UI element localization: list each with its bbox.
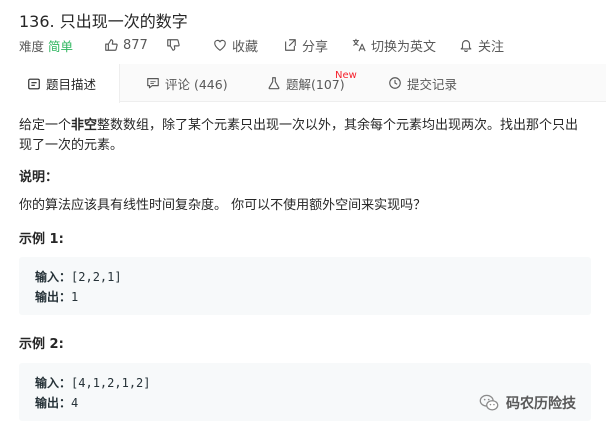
comment-icon bbox=[147, 78, 159, 89]
difficulty-value: 简单 bbox=[48, 38, 74, 54]
translate-button[interactable]: 切换为英文 bbox=[352, 36, 437, 55]
tab-description-label: 题目描述 bbox=[46, 77, 97, 92]
heart-icon bbox=[214, 39, 226, 51]
bell-icon bbox=[460, 40, 472, 52]
like-button[interactable]: 877 bbox=[104, 36, 148, 54]
example2-output-label: 输出： bbox=[35, 396, 72, 410]
clock-icon bbox=[389, 77, 401, 89]
thumbs-up-icon bbox=[105, 39, 118, 51]
share-label: 分享 bbox=[302, 39, 329, 55]
share-button[interactable]: 分享 bbox=[283, 36, 329, 55]
favorite-label: 收藏 bbox=[232, 39, 259, 55]
translate-icon bbox=[352, 38, 366, 52]
example2-output-value: 4 bbox=[71, 396, 79, 410]
intro-text-bold: 非空 bbox=[71, 118, 98, 133]
document-icon bbox=[28, 78, 40, 89]
note-heading: 说明： bbox=[19, 170, 59, 185]
watermark: 码农历险技 bbox=[478, 392, 576, 414]
tab-bar: 题目描述 评论 (446) 题解(107) New 提交记录 bbox=[0, 64, 606, 103]
follow-button[interactable]: 关注 bbox=[459, 36, 505, 55]
tab-comments-label: 评论 (446) bbox=[165, 76, 228, 92]
tab-submissions-label: 提交记录 bbox=[407, 76, 458, 92]
tab-description[interactable]: 题目描述 bbox=[0, 64, 120, 103]
flask-icon bbox=[268, 77, 280, 90]
thumbs-down-icon bbox=[167, 39, 180, 51]
tab-solutions[interactable]: 题解(107) bbox=[267, 64, 345, 102]
intro-text-post: 整数数组，除了某个元素只出现一次以外，其余每个元素均出现两次。找出那个只出现了一… bbox=[19, 118, 579, 153]
follow-label: 关注 bbox=[478, 39, 505, 55]
share-icon bbox=[285, 39, 296, 51]
problem-meta-bar: 难度 简单 bbox=[19, 36, 73, 54]
problem-title: 136. 只出现一次的数字 bbox=[19, 12, 188, 31]
watermark-text: 码农历险技 bbox=[506, 396, 576, 412]
problem-description: 给定一个非空整数数组，除了某个元素只出现一次以外，其余每个元素均出现两次。找出那… bbox=[19, 116, 591, 156]
example2-input-line: 输入：[4,1,2,1,2] bbox=[35, 373, 575, 393]
tab-submissions[interactable]: 提交记录 bbox=[388, 64, 457, 102]
example1-codebox: 输入：[2,2,1] 输出：1 bbox=[19, 257, 591, 315]
like-count: 877 bbox=[123, 37, 148, 53]
intro-text-pre: 给定一个 bbox=[19, 118, 72, 133]
example2-heading: 示例 2: bbox=[19, 337, 64, 352]
example1-output-label: 输出： bbox=[35, 290, 72, 304]
dislike-button[interactable] bbox=[166, 36, 185, 54]
translate-label: 切换为英文 bbox=[371, 39, 437, 55]
example2-input-label: 输入： bbox=[35, 376, 72, 390]
wechat-icon bbox=[479, 394, 499, 411]
note-text: 你的算法应该具有线性时间复杂度。 你可以不使用额外空间来实现吗？ bbox=[19, 198, 427, 213]
example1-heading: 示例 1: bbox=[19, 232, 64, 247]
example1-output-value: 1 bbox=[71, 290, 79, 304]
favorite-button[interactable]: 收藏 bbox=[213, 36, 259, 55]
new-badge: New bbox=[335, 70, 357, 81]
example1-input-label: 输入： bbox=[35, 270, 72, 284]
example1-input-line: 输入：[2,2,1] bbox=[35, 267, 575, 287]
example2-input-value: [4,1,2,1,2] bbox=[71, 376, 151, 390]
example1-output-line: 输出：1 bbox=[35, 287, 575, 307]
example1-input-value: [2,2,1] bbox=[71, 270, 122, 284]
tab-comments[interactable]: 评论 (446) bbox=[146, 64, 228, 102]
difficulty-label: 难度 bbox=[19, 38, 45, 54]
